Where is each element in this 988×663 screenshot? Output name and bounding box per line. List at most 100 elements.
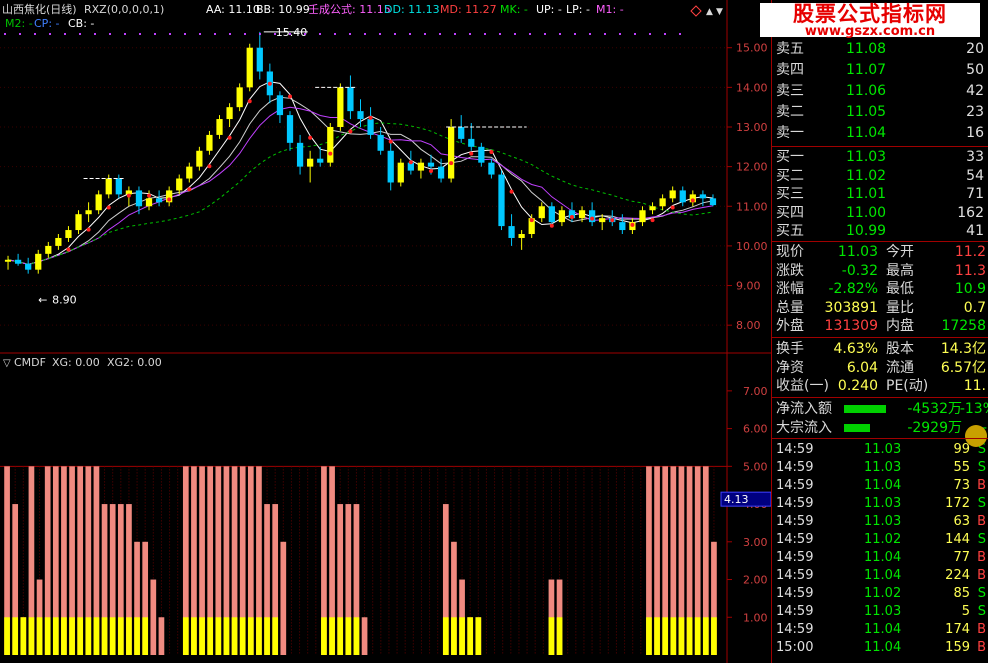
trade-price: 11.03 xyxy=(864,442,902,457)
ask-row[interactable]: 卖四 11.07 50 xyxy=(772,61,988,79)
trade-volume: 144 xyxy=(945,532,970,547)
indicator-bar-yellow xyxy=(182,617,189,655)
bid-price: 11.01 xyxy=(846,186,887,202)
trade-price: 11.03 xyxy=(864,460,902,475)
quote-value: 303891 xyxy=(824,299,878,316)
fundamental-label: PE(动) xyxy=(886,378,929,394)
candle-body xyxy=(448,126,455,179)
price-tick-label: 15.00 xyxy=(736,42,768,55)
indicator-bar-pink xyxy=(158,617,165,655)
quote-row: 总量 303891 量比 0.7 xyxy=(772,299,988,317)
indicator-tick-label: 5.00 xyxy=(743,460,768,473)
trade-volume: 73 xyxy=(953,478,970,493)
bid-row[interactable]: 买五 10.99 41 xyxy=(772,222,988,240)
ask-row[interactable]: 卖一 11.04 16 xyxy=(772,124,988,142)
trade-row: 14:59 11.04 77 B xyxy=(772,549,988,567)
scroll-handle[interactable] xyxy=(965,425,987,447)
indicator-bar-yellow xyxy=(548,617,555,655)
trade-row: 14:59 11.04 224 B xyxy=(772,567,988,585)
signal-dot xyxy=(267,81,272,86)
header-bb: BB: 10.99 xyxy=(256,3,310,16)
ask-row[interactable]: 卖二 11.05 23 xyxy=(772,103,988,121)
candle-body xyxy=(518,234,525,238)
trade-side: S xyxy=(977,460,986,475)
purple-dot-marker xyxy=(244,33,246,35)
indicator-bar-yellow xyxy=(36,617,43,655)
fundamental-value: 4.63% xyxy=(833,341,878,357)
candle-body xyxy=(135,190,143,207)
purple-dot-marker xyxy=(124,33,126,35)
signal-dot xyxy=(449,161,454,166)
trade-volume: 174 xyxy=(945,622,970,637)
signal-dot xyxy=(147,193,152,198)
trade-price: 11.04 xyxy=(864,640,902,655)
purple-dot-marker xyxy=(259,33,261,35)
candle-body xyxy=(458,126,465,139)
indicator-bar-yellow xyxy=(93,617,100,655)
candle-body xyxy=(649,206,656,211)
signal-dot xyxy=(590,216,595,221)
quote-row: 涨幅 -2.82% 最低 10.9 xyxy=(772,280,988,298)
quote-label: 涨跌 xyxy=(776,262,804,279)
trade-time: 14:59 xyxy=(776,622,814,637)
signal-dot xyxy=(348,129,353,134)
xg-value: XG: 0.00 xyxy=(52,356,100,369)
bid-row[interactable]: 买三 11.01 71 xyxy=(772,185,988,203)
candle-body xyxy=(307,158,314,167)
ask-row[interactable]: 卖三 11.06 42 xyxy=(772,82,988,100)
ask-price: 11.04 xyxy=(846,125,887,141)
ask-volume: 20 xyxy=(966,41,984,57)
trade-side: B xyxy=(977,568,986,583)
purple-dot-marker xyxy=(274,33,276,35)
indicator-bar-yellow xyxy=(126,617,132,655)
purple-dot-marker xyxy=(214,33,216,35)
quote-value: 0.7 xyxy=(963,299,986,316)
candle-body xyxy=(206,134,213,151)
candle-body xyxy=(196,150,203,167)
candle-body xyxy=(176,178,183,191)
trade-time: 14:59 xyxy=(776,478,814,493)
bid-row[interactable]: 买四 11.00 162 xyxy=(772,204,988,222)
candle-body xyxy=(155,198,163,203)
indicator-bar-yellow xyxy=(264,617,270,655)
price-tick-label: 8.00 xyxy=(736,319,761,332)
candle-body xyxy=(709,198,717,206)
watermark-logo: 股票公式指标网 www.gszx.com.cn xyxy=(760,3,980,38)
indicator-tick-label: 7.00 xyxy=(743,385,768,398)
trade-time: 14:59 xyxy=(776,568,814,583)
ask-row[interactable]: 卖五 11.08 20 xyxy=(772,40,988,58)
signal-dot xyxy=(247,99,252,104)
bid-row[interactable]: 买一 11.03 33 xyxy=(772,148,988,166)
candle-body xyxy=(236,87,243,108)
trade-price: 11.04 xyxy=(864,478,902,493)
candle-body xyxy=(115,178,122,195)
purple-dot-marker xyxy=(484,33,486,35)
indicator-bar-yellow xyxy=(231,617,238,655)
indicator-bar-yellow xyxy=(223,617,230,655)
xg2-value: XG2: 0.00 xyxy=(107,356,162,369)
signal-dot xyxy=(569,214,574,219)
signal-dot xyxy=(328,151,333,156)
chart-area[interactable]: 15.00 14.00 13.00 12.00 11.00 10.00 9.00 8.00 15… xyxy=(0,0,772,663)
signal-dot xyxy=(469,151,474,156)
candle-body xyxy=(145,198,153,207)
indicator-bar-yellow xyxy=(61,617,67,655)
header-cb: CB: - xyxy=(68,17,94,30)
quote-label: 今开 xyxy=(886,244,914,260)
indicator-bar-yellow xyxy=(702,617,709,655)
signal-dot xyxy=(630,222,635,227)
indicator-bar-yellow xyxy=(711,617,717,655)
candle-body xyxy=(296,142,304,167)
purple-dot-marker xyxy=(169,33,171,35)
signal-dot xyxy=(227,135,232,140)
candle-body xyxy=(347,87,354,112)
signal-dot xyxy=(288,94,293,99)
bid-volume: 41 xyxy=(966,223,984,239)
flow-value: -4532万 xyxy=(907,401,962,417)
trade-side: S xyxy=(977,586,986,601)
flow-pct: -13% xyxy=(959,401,988,417)
purple-dot-marker xyxy=(64,33,66,35)
trade-row: 14:59 11.03 5 S xyxy=(772,603,988,621)
quote-label: 最低 xyxy=(886,281,914,297)
bid-row[interactable]: 买二 11.02 54 xyxy=(772,167,988,185)
